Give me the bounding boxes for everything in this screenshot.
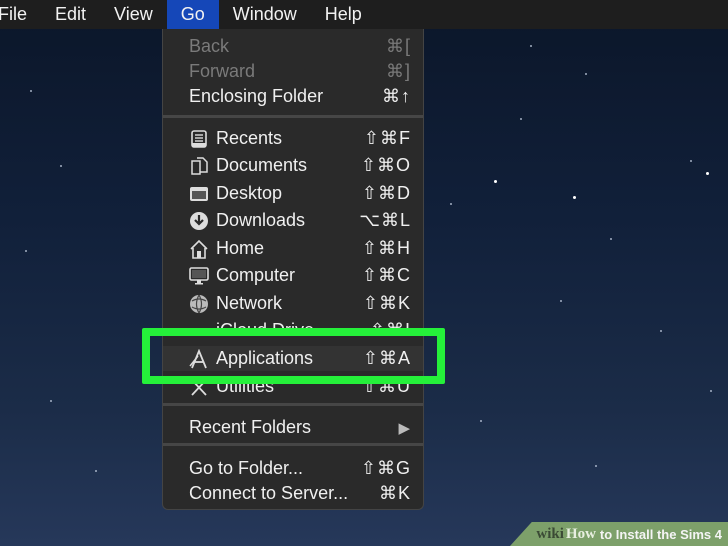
star — [690, 160, 692, 162]
shortcut: ⇧⌘F — [363, 128, 411, 148]
menu-item-network[interactable]: Network ⇧⌘K — [163, 291, 423, 316]
menu-item-go-to-folder[interactable]: Go to Folder... ⇧⌘G — [163, 456, 423, 481]
star — [520, 118, 522, 120]
menu-item-label: Network — [216, 293, 283, 313]
menu-separator — [163, 115, 423, 118]
watermark-wiki: wiki — [536, 525, 564, 542]
menu-item-recents[interactable]: Recents ⇧⌘F — [163, 126, 423, 151]
star — [610, 238, 612, 240]
menu-item-label: Desktop — [216, 183, 283, 203]
menu-item-home[interactable]: Home ⇧⌘H — [163, 236, 423, 261]
menu-item-label: Recents — [216, 128, 283, 148]
star — [595, 465, 597, 467]
menu-separator — [163, 403, 423, 406]
star — [530, 45, 532, 47]
menu-item-label: Go to Folder... — [189, 458, 304, 478]
star — [95, 470, 97, 472]
menu-view[interactable]: View — [100, 0, 167, 29]
home-icon — [189, 239, 209, 259]
menu-item-label: Connect to Server... — [189, 483, 349, 503]
shortcut: ⇧⌘K — [362, 293, 411, 313]
shortcut: ⌘K — [378, 483, 411, 503]
menu-item-label: Recent Folders — [189, 417, 312, 437]
submenu-arrow-icon: ▶ — [398, 419, 411, 437]
star — [50, 400, 52, 402]
menu-item-enclosing-folder[interactable]: Enclosing Folder ⌘↑ — [163, 84, 423, 109]
shortcut: ⇧⌘H — [361, 238, 411, 258]
menu-file[interactable]: File — [0, 0, 41, 29]
watermark-title: to Install the Sims 4 — [599, 526, 722, 542]
shortcut: ⌥⌘L — [359, 210, 411, 230]
wikihow-watermark: wiki How to Install the Sims 4 — [510, 522, 728, 546]
menu-item-label: Computer — [216, 265, 296, 285]
menu-item-desktop[interactable]: Desktop ⇧⌘D — [163, 181, 423, 206]
menu-item-back[interactable]: Back ⌘[ — [163, 34, 423, 59]
menu-item-recent-folders[interactable]: Recent Folders ▶ — [163, 415, 423, 440]
menu-edit[interactable]: Edit — [41, 0, 100, 29]
star — [560, 300, 562, 302]
star — [494, 180, 497, 183]
menu-item-computer[interactable]: Computer ⇧⌘C — [163, 263, 423, 288]
star — [30, 90, 32, 92]
documents-icon — [189, 156, 209, 176]
recents-icon — [189, 129, 209, 149]
shortcut: ⌘↑ — [382, 86, 411, 106]
computer-icon — [189, 266, 209, 286]
star — [706, 172, 709, 175]
highlight-box — [142, 328, 445, 384]
menu-item-label: Documents — [216, 155, 308, 175]
menu-item-label: Forward — [189, 61, 256, 81]
menu-help[interactable]: Help — [311, 0, 376, 29]
menu-item-connect-to-server[interactable]: Connect to Server... ⌘K — [163, 481, 423, 506]
star — [573, 196, 576, 199]
menu-item-label: Back — [189, 36, 230, 56]
menu-item-documents[interactable]: Documents ⇧⌘O — [163, 153, 423, 178]
menu-bar: File Edit View Go Window Help — [0, 0, 728, 29]
menu-window[interactable]: Window — [219, 0, 311, 29]
star — [585, 73, 587, 75]
shortcut: ⇧⌘O — [360, 155, 411, 175]
menu-item-forward[interactable]: Forward ⌘] — [163, 59, 423, 84]
shortcut: ⇧⌘C — [361, 265, 411, 285]
menu-item-label: Downloads — [216, 210, 306, 230]
shortcut: ⌘] — [385, 61, 411, 81]
shortcut: ⌘[ — [385, 36, 411, 56]
downloads-icon — [189, 211, 209, 231]
star — [660, 330, 662, 332]
menu-item-label: Enclosing Folder — [189, 86, 324, 106]
menu-item-downloads[interactable]: Downloads ⌥⌘L — [163, 208, 423, 233]
network-icon — [189, 294, 209, 314]
go-menu-dropdown: Back ⌘[ Forward ⌘] Enclosing Folder ⌘↑ R… — [162, 29, 424, 510]
star — [25, 250, 27, 252]
shortcut: ⇧⌘G — [360, 458, 411, 478]
desktop-icon — [189, 184, 209, 204]
star — [450, 203, 452, 205]
menu-go[interactable]: Go — [166, 0, 219, 29]
menu-item-label: Home — [216, 238, 265, 258]
star — [60, 165, 62, 167]
star — [710, 390, 712, 392]
star — [480, 420, 482, 422]
shortcut: ⇧⌘D — [361, 183, 411, 203]
menu-separator — [163, 443, 423, 446]
watermark-how: How — [565, 525, 596, 542]
